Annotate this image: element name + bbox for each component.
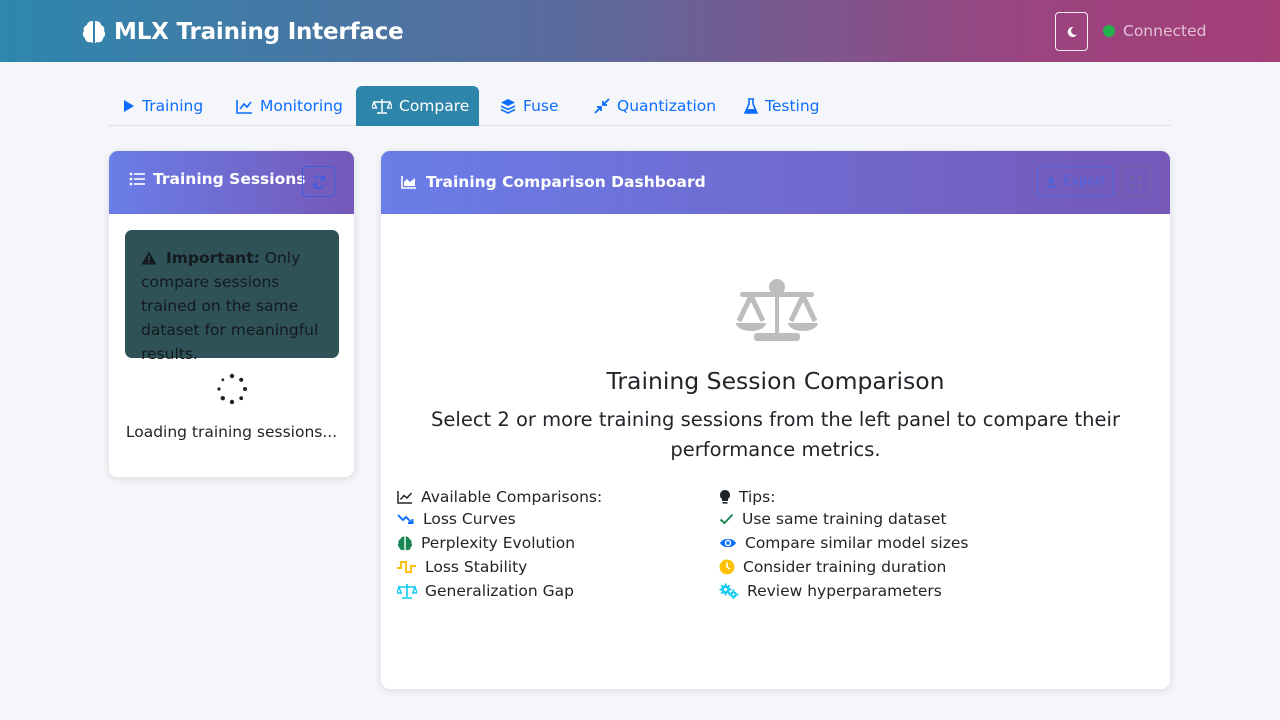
tip-label: Compare similar model sizes [745, 534, 969, 552]
loading-text: Loading training sessions... [125, 423, 338, 441]
export-label: Export [1063, 174, 1106, 189]
lightbulb-icon [720, 490, 730, 504]
warning-label: Important: [166, 249, 260, 267]
tab-fuse[interactable]: Fuse [500, 86, 560, 126]
app-title: MLX Training Interface [114, 19, 404, 45]
scale-icon [372, 99, 392, 114]
brain-icon [82, 21, 106, 43]
list-icon [129, 172, 145, 186]
cogs-icon [719, 583, 739, 599]
comparison-item-loss-curves: Loss Curves [397, 507, 602, 531]
comparison-dashboard-card: Training Comparison Dashboard Export Tra… [380, 150, 1171, 690]
connection-status: Connected [1103, 20, 1206, 42]
tips-heading: Tips: [719, 487, 968, 507]
tab-quantization[interactable]: Quantization [594, 86, 716, 126]
expand-icon [1130, 175, 1142, 188]
area-chart-icon [401, 176, 416, 189]
fullscreen-button[interactable] [1121, 166, 1151, 197]
tab-quantization-label: Quantization [617, 97, 717, 115]
comparison-label: Generalization Gap [425, 582, 574, 600]
scale-icon [397, 584, 417, 599]
flask-icon [744, 97, 758, 114]
tip-item-model-sizes: Compare similar model sizes [719, 531, 968, 555]
upload-icon [1046, 176, 1057, 187]
comparison-label: Loss Curves [423, 510, 516, 528]
brain-icon [397, 536, 413, 551]
tip-item-dataset: Use same training dataset [719, 507, 968, 531]
play-icon [124, 100, 134, 112]
tip-label: Use same training dataset [742, 510, 947, 528]
comparison-item-perplexity: Perplexity Evolution [397, 531, 602, 555]
tab-training[interactable]: Training [123, 86, 207, 126]
status-text: Connected [1123, 22, 1207, 40]
wave-square-icon [397, 561, 416, 573]
refresh-icon [312, 174, 325, 189]
comparisons-heading: Available Comparisons: [397, 487, 602, 507]
dataset-warning: Important: Only compare sessions trained… [125, 230, 339, 363]
check-icon [719, 513, 734, 525]
comparison-item-loss-stability: Loss Stability [397, 555, 602, 579]
refresh-button[interactable] [302, 166, 335, 197]
tab-testing[interactable]: Testing [744, 86, 824, 126]
comparison-item-generalization-gap: Generalization Gap [397, 579, 602, 603]
comparison-label: Perplexity Evolution [421, 534, 576, 552]
loading-spinner [217, 373, 247, 405]
tab-training-label: Training [142, 97, 204, 115]
theme-toggle-button[interactable] [1055, 12, 1088, 51]
sessions-title-text: Training Sessions [153, 170, 306, 188]
comparison-heading: Training Session Comparison [606, 367, 945, 395]
brand[interactable]: MLX Training Interface [82, 17, 404, 47]
dashboard-card-header: Training Comparison Dashboard Export [381, 151, 1170, 214]
tips-section: Tips: Use same training dataset Compare … [719, 487, 968, 603]
dashboard-title-text: Training Comparison Dashboard [426, 173, 706, 191]
compress-icon [594, 98, 610, 114]
line-chart-icon [397, 491, 413, 504]
clock-icon [719, 559, 735, 575]
warning-icon [141, 251, 157, 265]
line-chart-icon [236, 99, 252, 114]
tip-item-duration: Consider training duration [719, 555, 968, 579]
tips-title-text: Tips: [739, 488, 776, 506]
comparisons-title-text: Available Comparisons: [421, 488, 603, 506]
tab-compare[interactable]: Compare [356, 86, 479, 126]
export-button[interactable]: Export [1037, 166, 1114, 197]
tip-item-hyperparameters: Review hyperparameters [719, 579, 968, 603]
eye-icon [720, 538, 736, 548]
layers-icon [500, 99, 516, 114]
tip-label: Consider training duration [743, 558, 947, 576]
trend-down-icon [397, 514, 414, 524]
training-sessions-card: Training Sessions Important: Only compar… [108, 150, 355, 478]
tab-monitoring[interactable]: Monitoring [236, 86, 346, 126]
balance-scale-icon [736, 279, 818, 341]
sessions-title: Training Sessions [129, 170, 306, 188]
main-tabs: Training Monitoring Compare Fuse Quantiz… [108, 86, 1171, 126]
tip-label: Review hyperparameters [747, 582, 942, 600]
status-dot [1103, 25, 1115, 37]
moon-icon [1067, 26, 1077, 37]
available-comparisons: Available Comparisons: Loss Curves Perpl… [397, 487, 602, 603]
tab-testing-label: Testing [765, 97, 820, 115]
sessions-card-header: Training Sessions [109, 151, 354, 214]
comparison-label: Loss Stability [425, 558, 528, 576]
tab-fuse-label: Fuse [523, 97, 559, 115]
dashboard-title: Training Comparison Dashboard [401, 173, 706, 191]
tab-compare-label: Compare [399, 97, 470, 115]
tab-monitoring-label: Monitoring [260, 97, 343, 115]
comparison-description: Select 2 or more training sessions from … [431, 408, 1120, 461]
top-navbar: MLX Training Interface Connected [0, 0, 1280, 62]
